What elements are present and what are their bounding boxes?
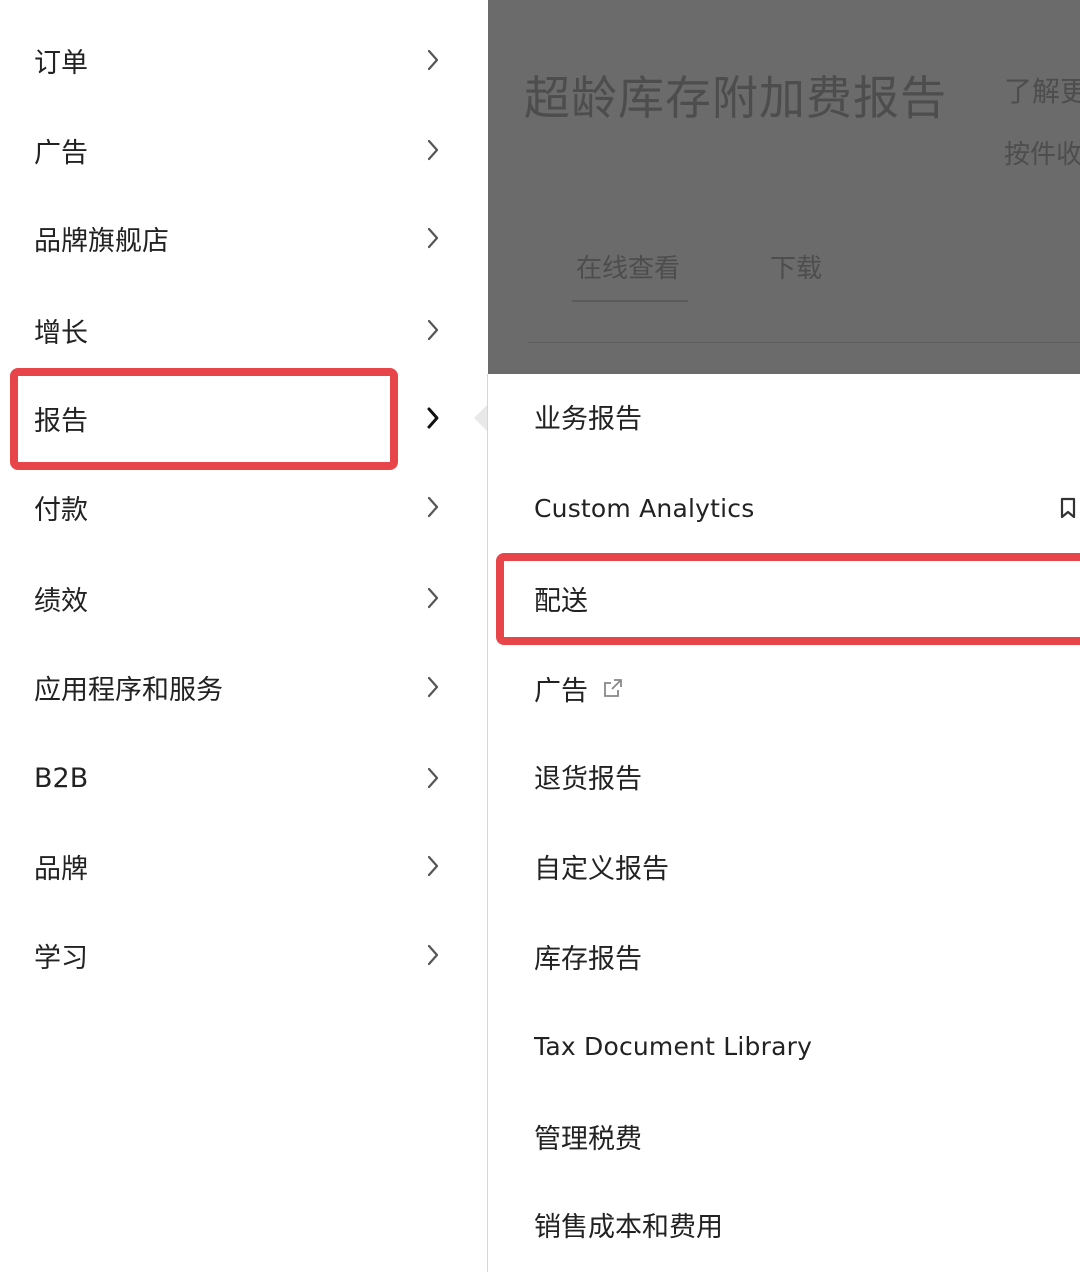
menu-item-apps-services[interactable]: 应用程序和服务 [0, 647, 488, 727]
submenu-item-sales-costs-fees[interactable]: 销售成本和费用 [488, 1182, 1080, 1266]
menu-item-label: 学习 [34, 942, 88, 974]
menu-item-learn[interactable]: 学习 [0, 915, 488, 995]
menu-item-brands[interactable]: 品牌 [0, 826, 488, 906]
submenu-item-manage-taxes[interactable]: 管理税费 [488, 1094, 1080, 1178]
reports-submenu: 业务报告 Custom Analytics 配送 广告 退货报告 自定义报告 库… [488, 374, 1080, 1272]
submenu-item-returns-reports[interactable]: 退货报告 [488, 734, 1080, 818]
chevron-right-icon [426, 494, 440, 520]
menu-item-reports[interactable]: 报告 [0, 378, 488, 458]
page-title: 超龄库存附加费报告 [524, 71, 947, 125]
chevron-right-icon [426, 225, 440, 251]
submenu-item-label: Tax Document Library [534, 1031, 813, 1061]
submenu-item-label: 业务报告 [534, 403, 642, 435]
menu-item-label: 品牌旗舰店 [34, 225, 169, 257]
chevron-right-icon [426, 405, 440, 431]
menu-item-label: 付款 [34, 494, 88, 526]
submenu-item-label: 广告 [534, 675, 588, 707]
chevron-right-icon [426, 317, 440, 343]
chevron-right-icon [426, 853, 440, 879]
submenu-item-custom-analytics[interactable]: Custom Analytics [488, 466, 1080, 550]
submenu-item-label: 退货报告 [534, 763, 642, 795]
menu-item-label: 品牌 [34, 853, 88, 885]
submenu-item-advertising[interactable]: 广告 [488, 646, 1080, 730]
submenu-item-label: 自定义报告 [534, 853, 669, 885]
tab-download[interactable]: 下载 [770, 248, 822, 285]
fee-description-text: 按件收 [1004, 140, 1080, 170]
menu-item-orders[interactable]: 订单 [0, 20, 488, 100]
learn-more-text: 了解更 [1004, 75, 1080, 108]
menu-item-label: 增长 [34, 317, 88, 349]
submenu-item-label: 库存报告 [534, 943, 642, 975]
active-tab-underline [572, 300, 688, 302]
submenu-pointer [474, 404, 488, 432]
menu-item-brand-store[interactable]: 品牌旗舰店 [0, 198, 488, 278]
menu-item-payments[interactable]: 付款 [0, 467, 488, 547]
background-page-overlay: 超龄库存附加费报告 了解更 按件收 在线查看 下载 [488, 0, 1080, 374]
chevron-right-icon [426, 585, 440, 611]
submenu-item-inventory-reports[interactable]: 库存报告 [488, 914, 1080, 998]
submenu-item-tax-document-library[interactable]: Tax Document Library [488, 1004, 1080, 1088]
menu-item-label: B2B [34, 762, 89, 794]
menu-item-label: 应用程序和服务 [34, 674, 223, 706]
chevron-right-icon [426, 942, 440, 968]
menu-item-label: 报告 [34, 405, 88, 437]
menu-item-label: 广告 [34, 137, 88, 169]
main-navigation-menu: 订单 广告 品牌旗舰店 增长 报告 付款 绩效 应用程序和服务 B2B 品牌 学… [0, 0, 488, 1272]
bookmark-icon[interactable] [1060, 497, 1076, 519]
external-link-icon [602, 677, 624, 699]
submenu-item-fulfillment[interactable]: 配送 [488, 556, 1080, 640]
app-page: 超龄库存附加费报告 了解更 按件收 在线查看 下载 订单 广告 品牌旗舰店 增长… [0, 0, 1080, 1272]
tab-view-online[interactable]: 在线查看 [576, 248, 680, 285]
menu-item-advertising[interactable]: 广告 [0, 110, 488, 190]
submenu-item-business-reports[interactable]: 业务报告 [488, 374, 1080, 458]
submenu-item-custom-reports[interactable]: 自定义报告 [488, 824, 1080, 908]
menu-item-growth[interactable]: 增长 [0, 290, 488, 370]
tab-divider [528, 342, 1080, 343]
chevron-right-icon [426, 674, 440, 700]
chevron-right-icon [426, 47, 440, 73]
submenu-item-label: 管理税费 [534, 1123, 642, 1155]
menu-item-b2b[interactable]: B2B [0, 738, 488, 818]
menu-item-label: 订单 [34, 47, 88, 79]
chevron-right-icon [426, 765, 440, 791]
chevron-right-icon [426, 137, 440, 163]
submenu-item-label: 配送 [534, 585, 588, 617]
menu-item-performance[interactable]: 绩效 [0, 558, 488, 638]
submenu-item-label: 销售成本和费用 [534, 1211, 723, 1243]
menu-item-label: 绩效 [34, 585, 88, 617]
submenu-item-label: Custom Analytics [534, 493, 755, 523]
